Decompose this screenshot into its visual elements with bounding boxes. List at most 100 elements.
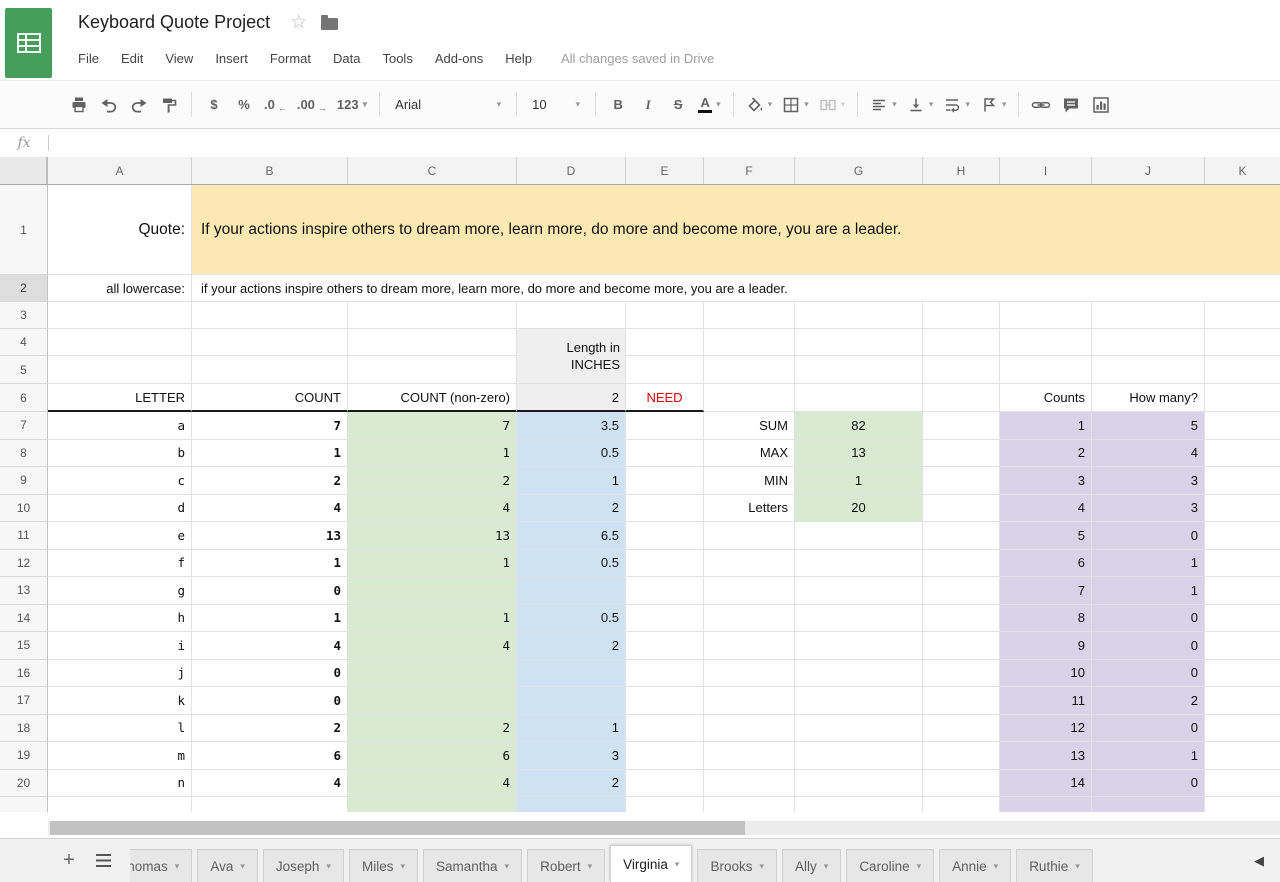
cell-quote-label[interactable]: Quote: — [48, 185, 192, 275]
cell-inches[interactable] — [517, 687, 626, 715]
cell[interactable] — [626, 522, 704, 550]
cell[interactable] — [517, 797, 626, 812]
cell[interactable] — [626, 550, 704, 578]
cell-count-nonzero[interactable]: 1 — [348, 440, 517, 468]
cell[interactable] — [626, 495, 704, 523]
cell[interactable] — [704, 356, 795, 384]
add-sheet-button[interactable]: + — [52, 846, 86, 876]
cell-letter[interactable]: l — [48, 715, 192, 743]
cell[interactable] — [704, 660, 795, 688]
dropdown-caret-icon[interactable]: ▾ — [588, 861, 593, 872]
row-header-15[interactable]: 15 — [0, 632, 48, 660]
italic-button[interactable]: I — [633, 91, 663, 119]
cell[interactable] — [517, 302, 626, 329]
menu-help[interactable]: Help — [494, 48, 543, 69]
cell-count-nonzero[interactable]: 13 — [348, 522, 517, 550]
column-header-d[interactable]: D — [517, 157, 626, 184]
cell-counts[interactable]: 9 — [1000, 632, 1092, 660]
cell-counts-header[interactable]: Counts — [1000, 384, 1092, 412]
row-header-19[interactable]: 19 — [0, 742, 48, 770]
cell-count[interactable]: 6 — [192, 742, 348, 770]
select-all-corner[interactable] — [0, 157, 48, 184]
cell[interactable] — [795, 522, 923, 550]
cell[interactable] — [704, 797, 795, 812]
dropdown-caret-icon[interactable]: ▾ — [326, 861, 331, 872]
cell[interactable] — [1000, 302, 1092, 329]
column-header-h[interactable]: H — [923, 157, 1000, 184]
cell-how-many[interactable]: 1 — [1092, 550, 1205, 578]
cell[interactable] — [1205, 632, 1280, 660]
cell-counts[interactable]: 2 — [1000, 440, 1092, 468]
cell-inches[interactable]: 2 — [517, 495, 626, 523]
cell[interactable] — [1000, 356, 1092, 384]
cell-stat-value[interactable]: 82 — [795, 412, 923, 440]
sheet-tab-brooks[interactable]: Brooks▾ — [697, 849, 777, 882]
cell[interactable] — [923, 605, 1000, 633]
cell[interactable] — [795, 770, 923, 798]
cell-how-many[interactable]: 0 — [1092, 632, 1205, 660]
dropdown-caret-icon[interactable]: ▾ — [917, 861, 922, 872]
cell-counts[interactable]: 8 — [1000, 605, 1092, 633]
cell[interactable] — [1205, 770, 1280, 798]
column-header-f[interactable]: F — [704, 157, 795, 184]
cell-count-nonzero[interactable]: 1 — [348, 550, 517, 578]
row-header-12[interactable]: 12 — [0, 550, 48, 578]
print-button[interactable] — [64, 91, 94, 119]
menu-addons[interactable]: Add-ons — [424, 48, 494, 69]
column-header-e[interactable]: E — [626, 157, 704, 184]
cell-count-nonzero[interactable]: 2 — [348, 715, 517, 743]
paint-format-button[interactable] — [154, 91, 184, 119]
row-header-6[interactable]: 6 — [0, 384, 48, 412]
cell[interactable] — [1000, 797, 1092, 812]
cell[interactable] — [795, 715, 923, 743]
row-header-8[interactable]: 8 — [0, 440, 48, 468]
cell[interactable] — [704, 605, 795, 633]
cell[interactable] — [192, 329, 348, 356]
dropdown-caret-icon[interactable]: ▾ — [759, 861, 764, 872]
cell-count[interactable]: 1 — [192, 605, 348, 633]
cell[interactable] — [923, 770, 1000, 798]
cell[interactable] — [1092, 302, 1205, 329]
row-header-18[interactable]: 18 — [0, 715, 48, 743]
cell-count-header[interactable]: COUNT — [192, 384, 348, 412]
cell-stat-value[interactable]: 1 — [795, 467, 923, 495]
formula-input[interactable] — [49, 129, 1280, 157]
cell[interactable] — [1092, 797, 1205, 812]
cell[interactable] — [1000, 329, 1092, 356]
cell-count-nonzero[interactable]: 2 — [348, 467, 517, 495]
cell[interactable] — [626, 687, 704, 715]
cell[interactable] — [348, 356, 517, 384]
sheet-tab-samantha[interactable]: Samantha▾ — [423, 849, 522, 882]
cell[interactable] — [1205, 356, 1280, 384]
cell[interactable] — [923, 632, 1000, 660]
menu-edit[interactable]: Edit — [110, 48, 154, 69]
cell-count[interactable]: 13 — [192, 522, 348, 550]
cell-counts[interactable]: 4 — [1000, 495, 1092, 523]
cell[interactable] — [626, 467, 704, 495]
cell[interactable] — [348, 329, 517, 356]
cell[interactable] — [795, 660, 923, 688]
cell[interactable] — [626, 577, 704, 605]
insert-comment-button[interactable] — [1056, 91, 1086, 119]
cell-how-many[interactable]: 0 — [1092, 715, 1205, 743]
cell-how-many[interactable]: 1 — [1092, 742, 1205, 770]
cell[interactable] — [1205, 797, 1280, 812]
sheet-tab-thomas[interactable]: Thomas▾ — [130, 849, 192, 882]
dropdown-caret-icon[interactable]: ▾ — [994, 861, 999, 872]
cell-count[interactable]: 0 — [192, 577, 348, 605]
row-header[interactable] — [0, 797, 48, 812]
cell-count-nonzero[interactable] — [348, 687, 517, 715]
cell-inches[interactable]: 3.5 — [517, 412, 626, 440]
dropdown-caret-icon[interactable]: ▾ — [505, 861, 510, 872]
cell-need[interactable]: NEED — [626, 384, 704, 412]
cell[interactable] — [1205, 660, 1280, 688]
cell-count[interactable]: 2 — [192, 467, 348, 495]
cell[interactable] — [192, 797, 348, 812]
column-header-g[interactable]: G — [795, 157, 923, 184]
cell-counts[interactable]: 6 — [1000, 550, 1092, 578]
cell-count-nonzero[interactable]: 4 — [348, 770, 517, 798]
cell-quote-text[interactable]: If your actions inspire others to dream … — [192, 185, 1280, 275]
cell-count[interactable]: 2 — [192, 715, 348, 743]
cell[interactable] — [626, 302, 704, 329]
insert-chart-button[interactable] — [1086, 91, 1116, 119]
